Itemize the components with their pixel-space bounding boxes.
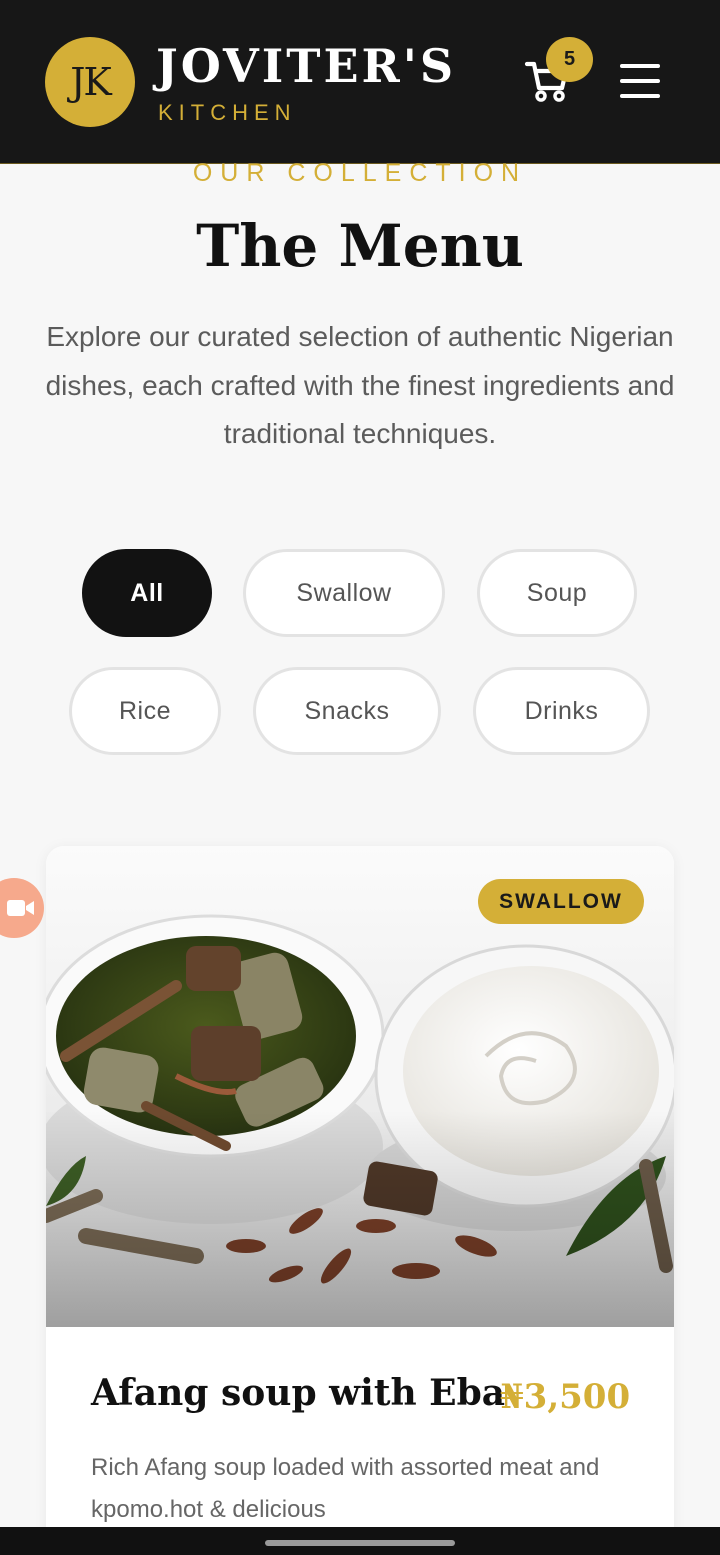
page-title: The Menu	[196, 212, 524, 280]
video-camera-icon	[7, 900, 34, 916]
site-header: JK JOVITER'S KITCHEN 5	[0, 0, 720, 164]
cart-count-badge: 5	[546, 37, 593, 82]
dish-price: ₦3,500	[500, 1377, 631, 1417]
menu-item-card[interactable]: SWALLOW Afang soup with Eba ₦3,500 Rich …	[46, 846, 674, 1555]
brand-name[interactable]: JOVITER'S	[156, 38, 456, 94]
filter-snacks[interactable]: Snacks	[253, 667, 441, 755]
brand-subtitle: KITCHEN	[158, 100, 297, 125]
dish-name: Afang soup with Eba	[91, 1372, 506, 1414]
logo-initials: JK	[70, 60, 112, 104]
filter-drinks[interactable]: Drinks	[473, 667, 650, 755]
menu-description: Explore our curated selection of authent…	[45, 321, 675, 449]
section-eyebrow: OUR COLLECTION	[192, 159, 528, 187]
filter-soup[interactable]: Soup	[477, 549, 637, 637]
filter-all[interactable]: All	[82, 549, 212, 637]
dish-photo: SWALLOW	[46, 846, 674, 1327]
hamburger-menu-icon[interactable]	[620, 64, 662, 98]
filter-swallow[interactable]: Swallow	[243, 549, 445, 637]
category-badge: SWALLOW	[478, 879, 644, 924]
filter-rice[interactable]: Rice	[69, 667, 221, 755]
floating-video-button[interactable]	[0, 878, 44, 938]
dish-description: Rich Afang soup loaded with assorted mea…	[91, 1454, 600, 1523]
system-navigation-bar	[0, 1527, 720, 1555]
logo[interactable]: JK	[45, 37, 135, 127]
home-indicator[interactable]	[265, 1540, 455, 1546]
